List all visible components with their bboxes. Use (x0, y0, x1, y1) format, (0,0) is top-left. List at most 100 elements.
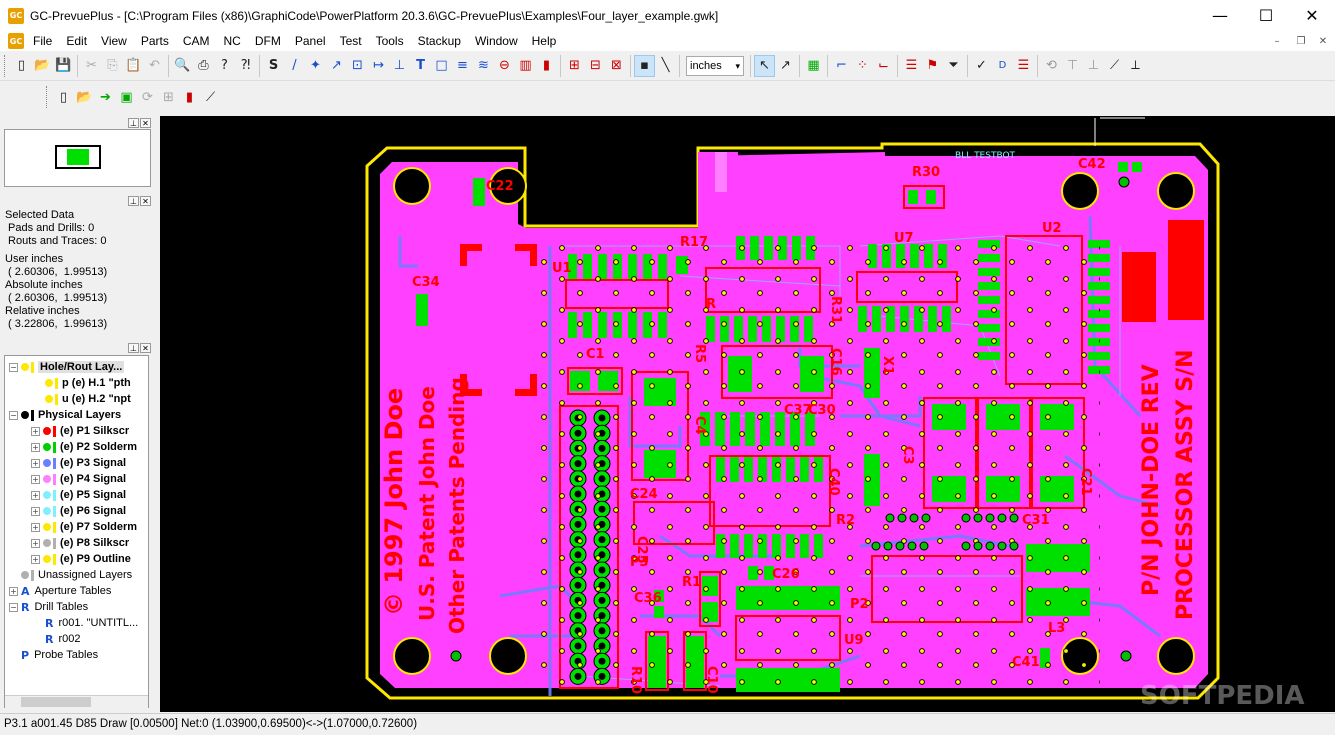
pad-icon[interactable]: ⊡ (347, 55, 368, 77)
expand-icon[interactable]: + (31, 474, 40, 484)
origin-icon[interactable]: ⟋ (200, 86, 221, 108)
expand-icon[interactable]: + (31, 522, 40, 532)
menu-file[interactable]: File (26, 31, 59, 51)
close-button[interactable]: ✕ (1289, 0, 1335, 31)
dfm-icon[interactable]: D (992, 55, 1013, 77)
collapse-icon[interactable]: − (9, 410, 18, 420)
copy-icon[interactable]: ⎘ (102, 55, 123, 77)
print-preview-icon[interactable]: 🔍 (172, 55, 193, 77)
close-icon[interactable]: ✕ (140, 195, 151, 206)
minimize-button[interactable]: — (1197, 0, 1243, 31)
menu-parts[interactable]: Parts (134, 31, 176, 51)
flag-icon[interactable]: ⚑ (922, 55, 943, 77)
context-help-icon[interactable]: ⁈ (235, 55, 256, 77)
menu-panel[interactable]: Panel (288, 31, 333, 51)
barcode-icon[interactable]: ▥ (515, 55, 536, 77)
menu-dfm[interactable]: DFM (248, 31, 288, 51)
trim-icon[interactable]: ⊥ (389, 55, 410, 77)
point-mode-icon[interactable]: ▪ (634, 54, 655, 77)
stackup-icon[interactable]: ☰ (901, 55, 922, 77)
expand-icon[interactable]: + (31, 490, 40, 500)
marker-icon[interactable]: ▮ (179, 86, 200, 108)
tree-item[interactable]: − Physical Layers (9, 407, 121, 423)
save-icon[interactable]: 💾 (53, 55, 74, 77)
tree-item[interactable]: + (e) P8 Silkscr (31, 535, 129, 551)
mdi-close-button[interactable]: ✕ (1314, 33, 1332, 49)
units-select[interactable]: inches ▾ (686, 55, 744, 76)
traces-icon[interactable]: ≋ (473, 55, 494, 77)
arc-icon[interactable]: ↗ (326, 55, 347, 77)
open-panel-icon[interactable]: 📂 (74, 86, 95, 108)
scrollbar-thumb[interactable] (21, 697, 91, 707)
move-icon[interactable]: ↦ (368, 55, 389, 77)
menu-tools[interactable]: Tools (369, 31, 411, 51)
mdi-minimize-button[interactable]: – (1268, 33, 1286, 49)
tree-item[interactable]: + A Aperture Tables (9, 583, 111, 599)
pcb-canvas[interactable]: U1 C22 C34 R17 R30 C42 U7 U2 R R31 C1 R5 C16 X1 C4 C37 C… (160, 116, 1335, 712)
tree-item[interactable]: Unassigned Layers (9, 567, 132, 583)
expand-icon[interactable]: + (31, 506, 40, 516)
tree-horizontal-scrollbar[interactable] (5, 695, 148, 708)
tree-item[interactable]: Rr001. "UNTITL... (45, 615, 138, 631)
array-icon[interactable]: ⊞ (158, 86, 179, 108)
pin-icon[interactable]: ⊥ (128, 117, 139, 128)
app-logo-icon[interactable]: GC (8, 7, 24, 24)
tree-item[interactable]: − Hole/Rout Lay... (9, 359, 125, 375)
tree-item[interactable]: − R Drill Tables (9, 599, 88, 615)
tree-item[interactable]: u (e) H.2 "npt (45, 391, 131, 407)
tree-item[interactable]: + (e) P9 Outline (31, 551, 131, 567)
import-icon[interactable]: ➔ (95, 86, 116, 108)
menu-view[interactable]: View (94, 31, 134, 51)
tree-item[interactable]: + (e) P1 Silkscr (31, 423, 129, 439)
text-icon[interactable]: T (410, 55, 431, 77)
close-icon[interactable]: ✕ (140, 342, 151, 353)
align-bottom-icon[interactable]: ⊥ (1083, 55, 1104, 77)
maximize-button[interactable]: ☐ (1243, 0, 1289, 31)
layer-stack-icon[interactable]: ☰ (1013, 55, 1034, 77)
select-s-icon[interactable]: S (263, 55, 284, 77)
zoom-all-icon[interactable]: ⊟ (585, 55, 606, 77)
zoom-fit-icon[interactable]: ⊠ (606, 55, 627, 77)
undo-icon[interactable]: ↶ (144, 55, 165, 77)
tree-item[interactable]: + (e) P2 Solderm (31, 439, 137, 455)
query-pointer-icon[interactable]: ↗ (775, 55, 796, 77)
expand-icon[interactable]: + (9, 586, 18, 596)
pin-icon[interactable]: ⊥ (128, 195, 139, 206)
toolbar-grip[interactable] (46, 86, 49, 108)
rotate-icon[interactable]: ⟳ (137, 86, 158, 108)
tree-item[interactable]: p (e) H.1 "pth (45, 375, 131, 391)
collapse-icon[interactable]: − (9, 602, 18, 612)
tree-item[interactable]: Rr002 (45, 631, 81, 647)
help-icon[interactable]: ? (214, 55, 235, 77)
refresh-icon[interactable]: ⟲ (1041, 55, 1062, 77)
check-icon[interactable]: ✓ (971, 55, 992, 77)
menu-window[interactable]: Window (468, 31, 525, 51)
grid-icon[interactable]: ▦ (803, 55, 824, 77)
menu-nc[interactable]: NC (217, 31, 248, 51)
tree-item[interactable]: + (e) P3 Signal (31, 455, 126, 471)
close-icon[interactable]: ✕ (140, 117, 151, 128)
menu-edit[interactable]: Edit (59, 31, 94, 51)
menu-cam[interactable]: CAM (176, 31, 217, 51)
board-icon[interactable]: ▣ (116, 86, 137, 108)
zoom-window-icon[interactable]: ⊞ (564, 55, 585, 77)
perpendicular-icon[interactable]: ⟂ (1125, 55, 1146, 77)
line-mode-icon[interactable]: ╲ (655, 55, 676, 77)
paste-icon[interactable]: 📋 (123, 55, 144, 77)
tree-item[interactable]: P Probe Tables (9, 647, 98, 663)
menu-help[interactable]: Help (525, 31, 564, 51)
cut-icon[interactable]: ✂ (81, 55, 102, 77)
collapse-icon[interactable]: − (9, 362, 18, 372)
fill-icon[interactable]: ▮ (536, 55, 557, 77)
tree-item[interactable]: + (e) P5 Signal (31, 487, 126, 503)
document-logo-icon[interactable]: GC (8, 33, 24, 49)
snap-corner-icon[interactable]: ⌙ (873, 55, 894, 77)
tree-item[interactable]: + (e) P6 Signal (31, 503, 126, 519)
expand-icon[interactable]: + (31, 442, 40, 452)
filter-icon[interactable]: ⏷ (943, 55, 964, 77)
print-icon[interactable]: ⎙ (193, 55, 214, 77)
expand-icon[interactable]: + (31, 458, 40, 468)
align-top-icon[interactable]: ⊤ (1062, 55, 1083, 77)
snap-icon[interactable]: ⌐ (831, 55, 852, 77)
expand-icon[interactable]: + (31, 426, 40, 436)
